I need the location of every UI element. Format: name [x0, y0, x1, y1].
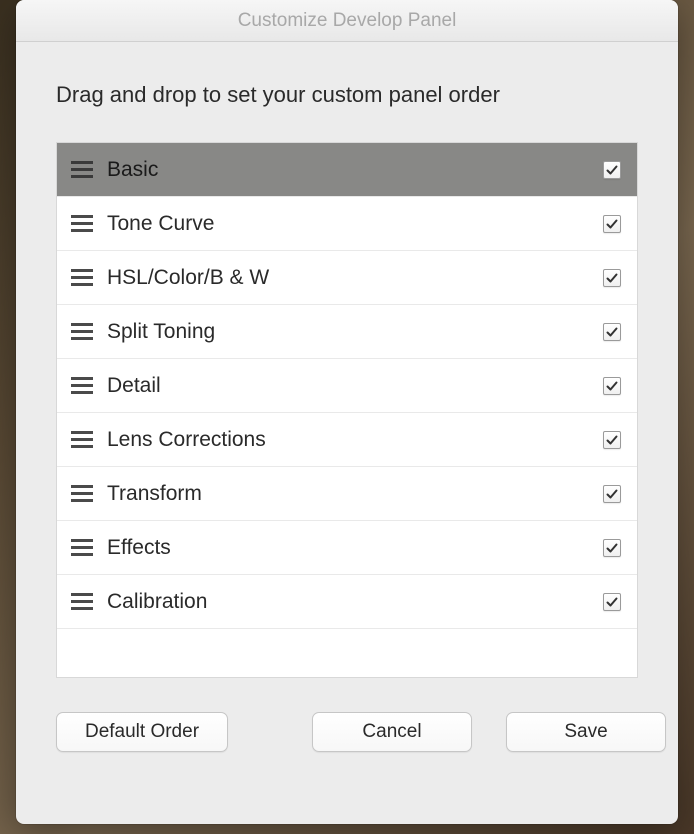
panel-label: Basic — [107, 158, 603, 182]
panel-checkbox[interactable] — [603, 323, 621, 341]
panel-label: Tone Curve — [107, 212, 603, 236]
empty-row — [57, 629, 637, 677]
panel-row[interactable]: Basic — [57, 143, 637, 197]
checkmark-icon — [605, 541, 619, 555]
panel-label: Effects — [107, 536, 603, 560]
instruction-text: Drag and drop to set your custom panel o… — [56, 82, 638, 108]
drag-handle-icon[interactable] — [71, 269, 93, 286]
dialog-window: Customize Develop Panel Drag and drop to… — [16, 0, 678, 824]
panel-row[interactable]: Detail — [57, 359, 637, 413]
panel-checkbox[interactable] — [603, 161, 621, 179]
titlebar: Customize Develop Panel — [16, 0, 678, 42]
panel-label: Detail — [107, 374, 603, 398]
dialog-content: Drag and drop to set your custom panel o… — [16, 42, 678, 824]
panel-checkbox[interactable] — [603, 431, 621, 449]
panel-checkbox[interactable] — [603, 269, 621, 287]
panel-checkbox[interactable] — [603, 485, 621, 503]
drag-handle-icon[interactable] — [71, 485, 93, 502]
checkmark-icon — [605, 379, 619, 393]
drag-handle-icon[interactable] — [71, 539, 93, 556]
panel-row[interactable]: Calibration — [57, 575, 637, 629]
drag-handle-icon[interactable] — [71, 161, 93, 178]
panel-row[interactable]: HSL/Color/B & W — [57, 251, 637, 305]
panel-label: Lens Corrections — [107, 428, 603, 452]
drag-handle-icon[interactable] — [71, 215, 93, 232]
default-order-button[interactable]: Default Order — [56, 712, 228, 752]
panel-row[interactable]: Transform — [57, 467, 637, 521]
checkmark-icon — [605, 325, 619, 339]
drag-handle-icon[interactable] — [71, 323, 93, 340]
drag-handle-icon[interactable] — [71, 431, 93, 448]
panel-checkbox[interactable] — [603, 593, 621, 611]
cancel-button[interactable]: Cancel — [312, 712, 472, 752]
button-bar: Default Order Cancel Save — [56, 678, 638, 780]
panel-label: HSL/Color/B & W — [107, 266, 603, 290]
panel-label: Split Toning — [107, 320, 603, 344]
checkmark-icon — [605, 163, 619, 177]
checkmark-icon — [605, 595, 619, 609]
checkmark-icon — [605, 433, 619, 447]
panel-row[interactable]: Split Toning — [57, 305, 637, 359]
checkmark-icon — [605, 271, 619, 285]
panel-row[interactable]: Lens Corrections — [57, 413, 637, 467]
drag-handle-icon[interactable] — [71, 593, 93, 610]
panel-label: Transform — [107, 482, 603, 506]
panel-list: Basic Tone Curve HSL/Color/B & W Split Toni… — [56, 142, 638, 678]
panel-row[interactable]: Tone Curve — [57, 197, 637, 251]
drag-handle-icon[interactable] — [71, 377, 93, 394]
panel-checkbox[interactable] — [603, 539, 621, 557]
checkmark-icon — [605, 217, 619, 231]
save-button[interactable]: Save — [506, 712, 666, 752]
panel-checkbox[interactable] — [603, 377, 621, 395]
panel-checkbox[interactable] — [603, 215, 621, 233]
panel-label: Calibration — [107, 590, 603, 614]
window-title: Customize Develop Panel — [238, 10, 457, 32]
panel-row[interactable]: Effects — [57, 521, 637, 575]
checkmark-icon — [605, 487, 619, 501]
